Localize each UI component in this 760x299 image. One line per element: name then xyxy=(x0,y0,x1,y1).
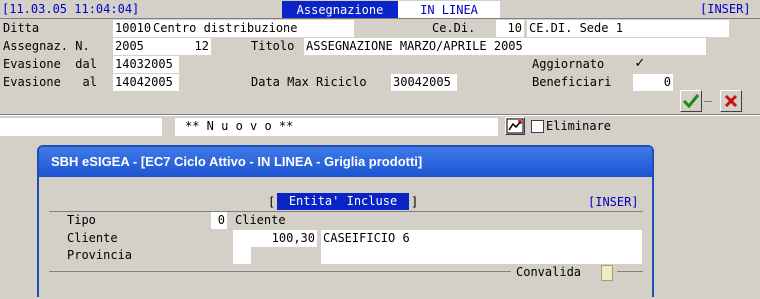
griglia-prodotti-dialog: SBH eSIGEA - [EC7 Ciclo Attivo - IN LINE… xyxy=(37,145,654,297)
dialog-section-line xyxy=(49,211,643,212)
datetime-label: [11.03.05 11:04:04] xyxy=(2,2,140,16)
beneficiari-field[interactable]: 0 xyxy=(633,74,673,91)
nuovo-record-field[interactable]: ** N u o v o ** xyxy=(175,118,498,136)
data-max-riciclo-field[interactable]: 30042005 xyxy=(391,74,457,91)
tipo-description: Cliente xyxy=(235,213,286,227)
convalida-line xyxy=(49,271,511,272)
evasione-dal-field[interactable]: 14032005 xyxy=(113,56,179,73)
ditta-label: Ditta xyxy=(3,21,40,35)
cliente-code-field[interactable]: 100,30 xyxy=(233,230,317,247)
titolo-label: Titolo xyxy=(251,39,295,53)
top-status-bar: [11.03.05 11:04:04] Assegnazione IN LINE… xyxy=(0,0,760,19)
confirm-button[interactable] xyxy=(680,90,702,112)
ditta-name-field[interactable]: Centro distribuzione xyxy=(151,20,354,37)
eliminare-checkbox[interactable] xyxy=(531,120,544,133)
evasione-al-field[interactable]: 14042005 xyxy=(113,74,179,91)
evasione-al-label: Evasione al xyxy=(3,75,97,89)
titolo-field[interactable]: ASSEGNAZIONE MARZO/APRILE 2005 xyxy=(304,38,706,55)
tipo-label: Tipo xyxy=(67,213,96,227)
online-status: IN LINEA xyxy=(398,1,500,19)
tipo-field[interactable]: 0 xyxy=(211,212,227,229)
dialog-body: [ Entita' Incluse ] [INSER] Tipo 0 Clien… xyxy=(39,177,652,297)
data-max-riciclo-label: Data Max Riciclo xyxy=(251,75,367,89)
eliminare-label: Eliminare xyxy=(546,119,612,133)
check-icon xyxy=(682,94,700,109)
cancel-button[interactable] xyxy=(720,90,742,112)
section-divider-highlight xyxy=(0,115,760,116)
dialog-insert-indicator: [INSER] xyxy=(588,195,639,209)
convalida-label: Convalida xyxy=(516,265,582,279)
x-icon xyxy=(724,94,738,108)
provincia-label: Provincia xyxy=(67,248,133,262)
cedi-code-field[interactable]: 10 xyxy=(496,20,524,37)
cedi-label: Ce.Di. xyxy=(432,21,476,35)
assegnaz-label: Assegnaz. N. xyxy=(3,39,90,53)
insert-mode-indicator: [INSER] xyxy=(700,2,751,16)
convalida-button[interactable] xyxy=(601,265,613,281)
tab-assegnazione[interactable]: Assegnazione xyxy=(282,1,398,19)
chart-button[interactable] xyxy=(505,117,525,135)
search-input[interactable] xyxy=(0,118,162,136)
provincia-name-field[interactable] xyxy=(321,247,642,264)
aggiornato-checkbox[interactable]: ✓ xyxy=(633,57,647,71)
tab-entita-incluse[interactable]: Entita' Incluse xyxy=(277,193,409,210)
aggiornato-label: Aggiornato xyxy=(532,57,605,71)
cliente-label: Cliente xyxy=(67,231,118,245)
cliente-name-field[interactable]: CASEIFICIO 6 xyxy=(321,230,642,247)
top-divider xyxy=(0,18,760,19)
cedi-name-field[interactable]: CE.DI. Sede 1 xyxy=(527,20,729,37)
assegnaz-number-field[interactable]: 12 xyxy=(151,38,211,55)
tab-bracket-close: ] xyxy=(411,195,419,209)
provincia-code-field[interactable] xyxy=(233,247,251,264)
ditta-code-field[interactable]: 10010 xyxy=(113,20,151,37)
assegnaz-year-field[interactable]: 2005 xyxy=(113,38,151,55)
button-separator xyxy=(704,101,712,102)
evasione-dal-label: Evasione dal xyxy=(3,57,97,71)
dialog-title: SBH eSIGEA - [EC7 Ciclo Attivo - IN LINE… xyxy=(39,147,652,177)
tab-bracket-open: [ xyxy=(268,195,276,209)
beneficiari-label: Beneficiari xyxy=(532,75,612,89)
convalida-line-right xyxy=(617,271,643,272)
chart-icon xyxy=(506,118,524,134)
